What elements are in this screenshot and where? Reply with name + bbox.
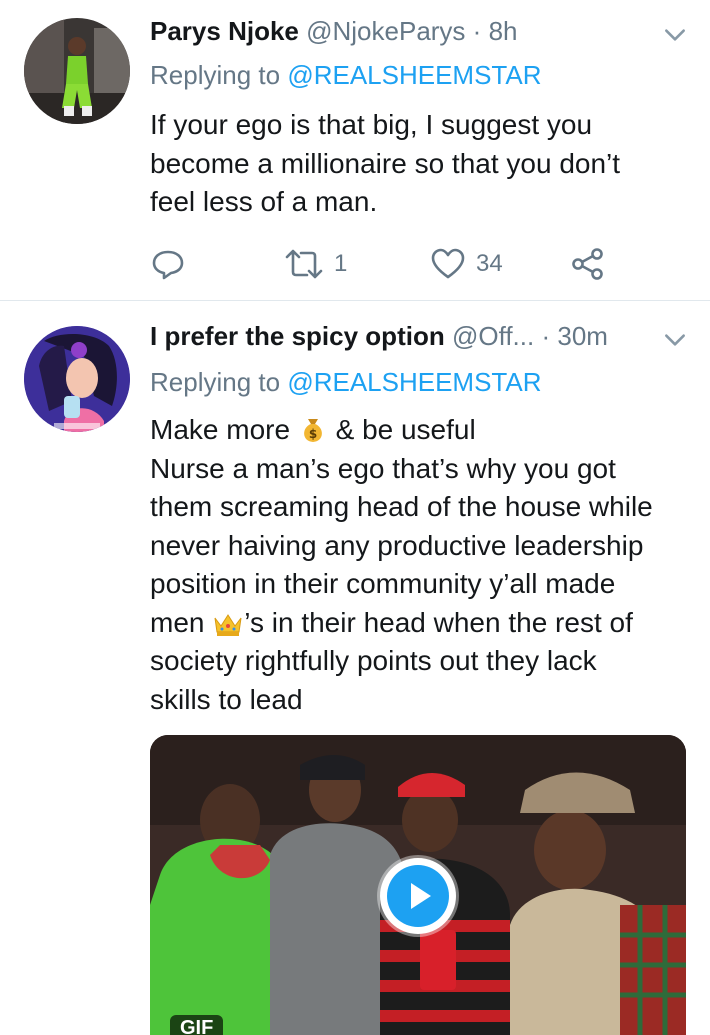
avatar[interactable] xyxy=(24,326,130,432)
play-button[interactable] xyxy=(380,858,456,934)
like-count: 34 xyxy=(476,250,503,277)
replying-prefix: Replying to xyxy=(150,60,288,90)
replying-to-link[interactable]: @REALSHEEMSTAR xyxy=(287,367,541,397)
chevron-down-icon[interactable] xyxy=(662,327,688,353)
reply-icon xyxy=(152,250,184,280)
svg-text:$: $ xyxy=(309,427,317,441)
separator: · xyxy=(472,16,482,46)
tweet-text-line: Make more $ & be useful xyxy=(150,411,686,450)
retweet-count: 1 xyxy=(334,250,348,277)
timestamp[interactable]: 30m xyxy=(557,321,608,351)
gif-media[interactable]: GIF xyxy=(150,735,686,1035)
user-handle[interactable]: @Off... xyxy=(452,321,534,351)
tweet-text-line: feel less of a man. xyxy=(150,186,378,217)
timestamp[interactable]: 8h xyxy=(489,16,518,46)
display-name[interactable]: Parys Njoke xyxy=(150,16,299,46)
separator: · xyxy=(541,321,551,351)
tweet-text-line: position in their community y’all made xyxy=(150,568,616,599)
display-name[interactable]: I prefer the spicy option xyxy=(150,321,445,351)
tweet-text-line: become a millionaire so that you don’t xyxy=(150,147,621,179)
tweet-header: Parys Njoke @NjokeParys · 8h xyxy=(150,16,650,47)
tweet-text-line: skills to lead xyxy=(150,683,303,715)
tweet-text-line: society rightfully points out they lack xyxy=(150,645,597,676)
retweet-button[interactable]: 1 xyxy=(284,244,347,284)
tweet-text-line: If your ego is that big, I suggest you xyxy=(150,109,593,140)
play-icon xyxy=(387,865,449,927)
tweet[interactable]: Parys Njoke @NjokeParys · 8h Replying to… xyxy=(0,0,710,301)
tweet-text-line: them screaming head of the house while xyxy=(150,491,653,522)
text-segment: ’s in their head when the rest of xyxy=(244,606,633,638)
replying-to: Replying to @REALSHEEMSTAR xyxy=(150,367,542,398)
share-button[interactable] xyxy=(570,244,606,284)
like-button[interactable]: 34 xyxy=(430,244,503,284)
gif-badge: GIF xyxy=(170,1015,224,1035)
replying-to: Replying to @REALSHEEMSTAR xyxy=(150,60,542,91)
replying-to-link[interactable]: @REALSHEEMSTAR xyxy=(287,60,541,90)
retweet-icon xyxy=(285,249,323,279)
tweet-text-line: men ’s in their head when the rest of xyxy=(150,604,686,643)
tweet-text-line: Nurse a man’s ego that’s why you got xyxy=(150,452,616,484)
tweet-text: Make more $ & be useful Nurse a man’s eg… xyxy=(150,411,686,719)
user-handle[interactable]: @NjokeParys xyxy=(306,16,465,46)
tweet-header: I prefer the spicy option @Off... · 30m xyxy=(150,321,650,352)
replying-prefix: Replying to xyxy=(150,367,288,397)
heart-icon xyxy=(431,248,465,279)
text-segment: men xyxy=(150,606,213,638)
tweet-text-line: never haiving any productive leadership xyxy=(150,529,644,561)
crown-emoji xyxy=(214,613,242,636)
tweet-text: If your ego is that big, I suggest you b… xyxy=(150,106,686,222)
text-segment: & be useful xyxy=(327,414,476,445)
text-segment: Make more xyxy=(150,414,298,445)
money-bag-emoji: $ xyxy=(303,419,322,442)
avatar[interactable] xyxy=(24,18,130,124)
reply-button[interactable] xyxy=(150,244,186,284)
chevron-down-icon[interactable] xyxy=(662,22,688,48)
tweet[interactable]: I prefer the spicy option @Off... · 30m … xyxy=(0,301,710,1035)
share-icon xyxy=(572,248,603,280)
tweet-actions: 1 34 xyxy=(150,244,620,284)
